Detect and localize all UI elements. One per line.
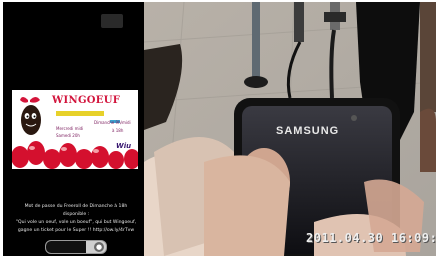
brand-label: SAMSUNG <box>276 125 339 137</box>
phone-screen: WINGOEUF Dimanche 9h/midi Mercredi midi … <box>3 2 144 256</box>
message-line: "Qui vole un oeuf, vole un boeuf", qui b… <box>15 220 137 225</box>
hearts-decoration <box>12 141 138 169</box>
ad-title: WINGOEUF <box>52 95 121 106</box>
message-line: gagne un ticket pour le Super !! http://… <box>17 228 135 233</box>
message-text: Mot de passe du Freeroll de Dimanche à 1… <box>15 203 137 235</box>
message-line: Mot de passe du Freeroll de Dimanche à 1… <box>24 204 128 209</box>
photo: SAMSUNG 2011.04.30 16:09:17 <box>144 2 436 256</box>
slider-fill <box>46 241 87 253</box>
ad-highlight-bar <box>56 111 104 116</box>
unlock-slider[interactable]: ● <box>45 240 107 254</box>
message-line: disponible : <box>62 212 90 217</box>
photo-timestamp: 2011.04.30 16:09:17 <box>306 231 436 245</box>
notification-icon <box>101 14 123 28</box>
ad-text-line: Mercredi midi <box>56 126 84 131</box>
ad-text-line: à 18h <box>112 128 124 133</box>
ad-banner[interactable]: WINGOEUF Dimanche 9h/midi Mercredi midi … <box>12 90 138 169</box>
lock-icon[interactable]: ● <box>94 242 104 252</box>
composite-image: WINGOEUF Dimanche 9h/midi Mercredi midi … <box>0 0 440 260</box>
ad-text-line: Dimanche 9h/midi <box>94 120 131 125</box>
